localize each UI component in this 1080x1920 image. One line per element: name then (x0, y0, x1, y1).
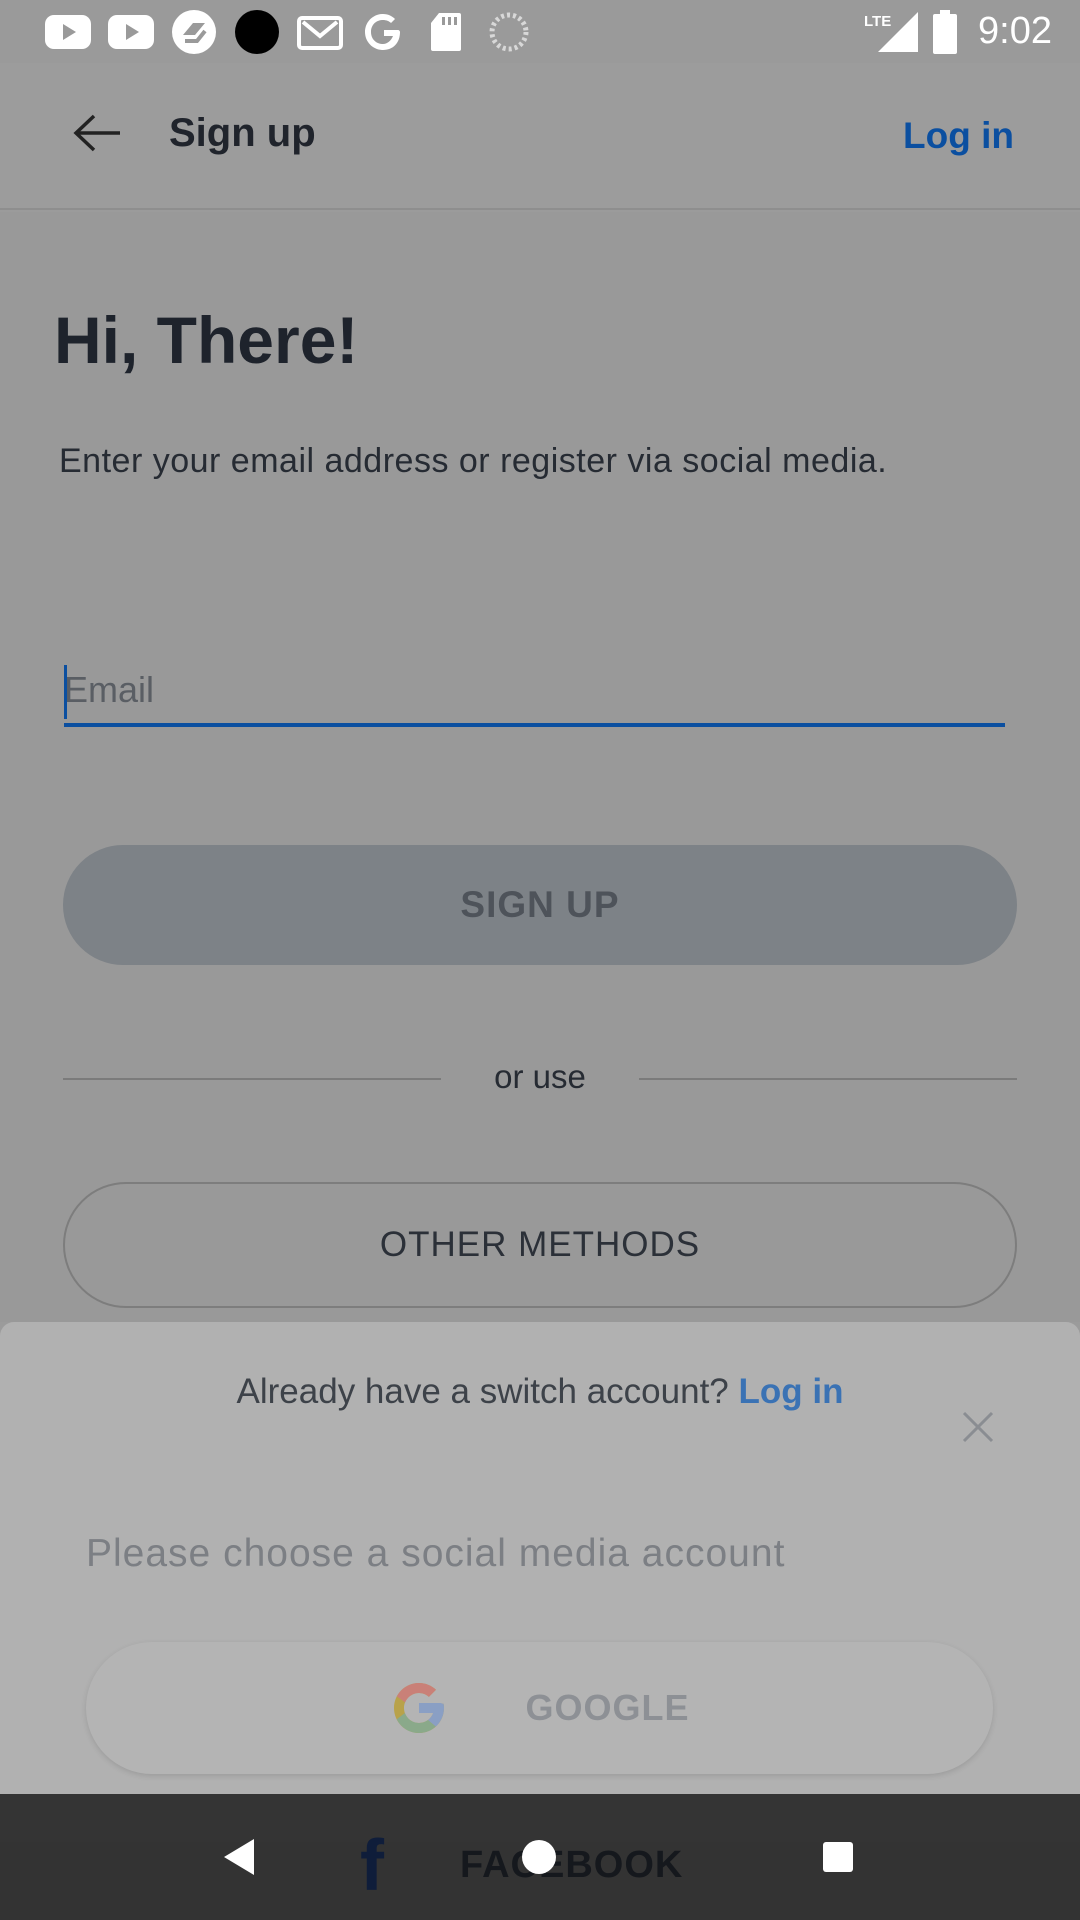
divider-line (639, 1078, 1017, 1080)
google-button[interactable]: GOOGLE (86, 1642, 993, 1774)
status-time: 9:02 (978, 10, 1052, 52)
text-cursor (64, 665, 67, 719)
close-icon (962, 1411, 994, 1443)
email-input[interactable] (64, 647, 1005, 723)
social-login-sheet: Already have a switch account? Log in Pl… (0, 1322, 1080, 1842)
nav-recents-button[interactable] (808, 1827, 868, 1887)
triangle-back-icon (224, 1839, 254, 1875)
login-link[interactable]: Log in (903, 115, 1014, 157)
nav-home-button[interactable] (509, 1827, 569, 1887)
signup-subtitle: Enter your email address or register via… (59, 442, 888, 480)
page-title: Sign up (169, 111, 316, 155)
circle-home-icon (522, 1840, 556, 1874)
system-nav-bar: f FACEBOOK (0, 1794, 1080, 1920)
app-icon (170, 8, 218, 56)
google-button-label: GOOGLE (525, 1687, 690, 1728)
status-system: LTE 9:02 (864, 8, 1052, 56)
divider-text: or use (494, 1058, 586, 1095)
back-button[interactable] (62, 105, 132, 161)
gmail-icon (296, 8, 344, 56)
lte-signal-icon: LTE (864, 8, 920, 56)
nav-back-button[interactable] (210, 1827, 270, 1887)
login-prompt: Already have a switch account? Log in (0, 1372, 1080, 1412)
arrow-left-icon (73, 114, 120, 152)
google-logo-icon (394, 1683, 445, 1733)
square-recents-icon (823, 1842, 853, 1872)
sheet-login-link[interactable]: Log in (739, 1372, 844, 1411)
or-use-divider: or use (63, 1054, 1017, 1104)
facebook-button-label: FACEBOOK (460, 1844, 684, 1886)
youtube-icon (107, 8, 155, 56)
google-icon (359, 8, 407, 56)
greeting-heading: Hi, There! (54, 303, 359, 377)
status-bar: LTE 9:02 (0, 0, 1080, 63)
sd-card-icon (422, 8, 470, 56)
other-methods-button[interactable]: OTHER METHODS (63, 1182, 1017, 1308)
status-notifications (44, 8, 548, 56)
top-app-bar: Sign up Log in (0, 63, 1080, 210)
login-prompt-text: Already have a switch account? (236, 1372, 729, 1411)
email-field[interactable] (64, 647, 1005, 727)
youtube-icon (44, 8, 92, 56)
sign-up-button[interactable]: SIGN UP (63, 845, 1017, 965)
battery-icon (930, 8, 960, 56)
circle-app-icon (233, 8, 281, 56)
facebook-icon: f (360, 1826, 384, 1906)
social-hint: Please choose a social media account (86, 1532, 786, 1575)
signup-form: Hi, There! Enter your email address or r… (0, 212, 1080, 1322)
svg-text:LTE: LTE (864, 13, 891, 30)
loading-icon (485, 8, 533, 56)
close-button[interactable] (958, 1407, 998, 1447)
